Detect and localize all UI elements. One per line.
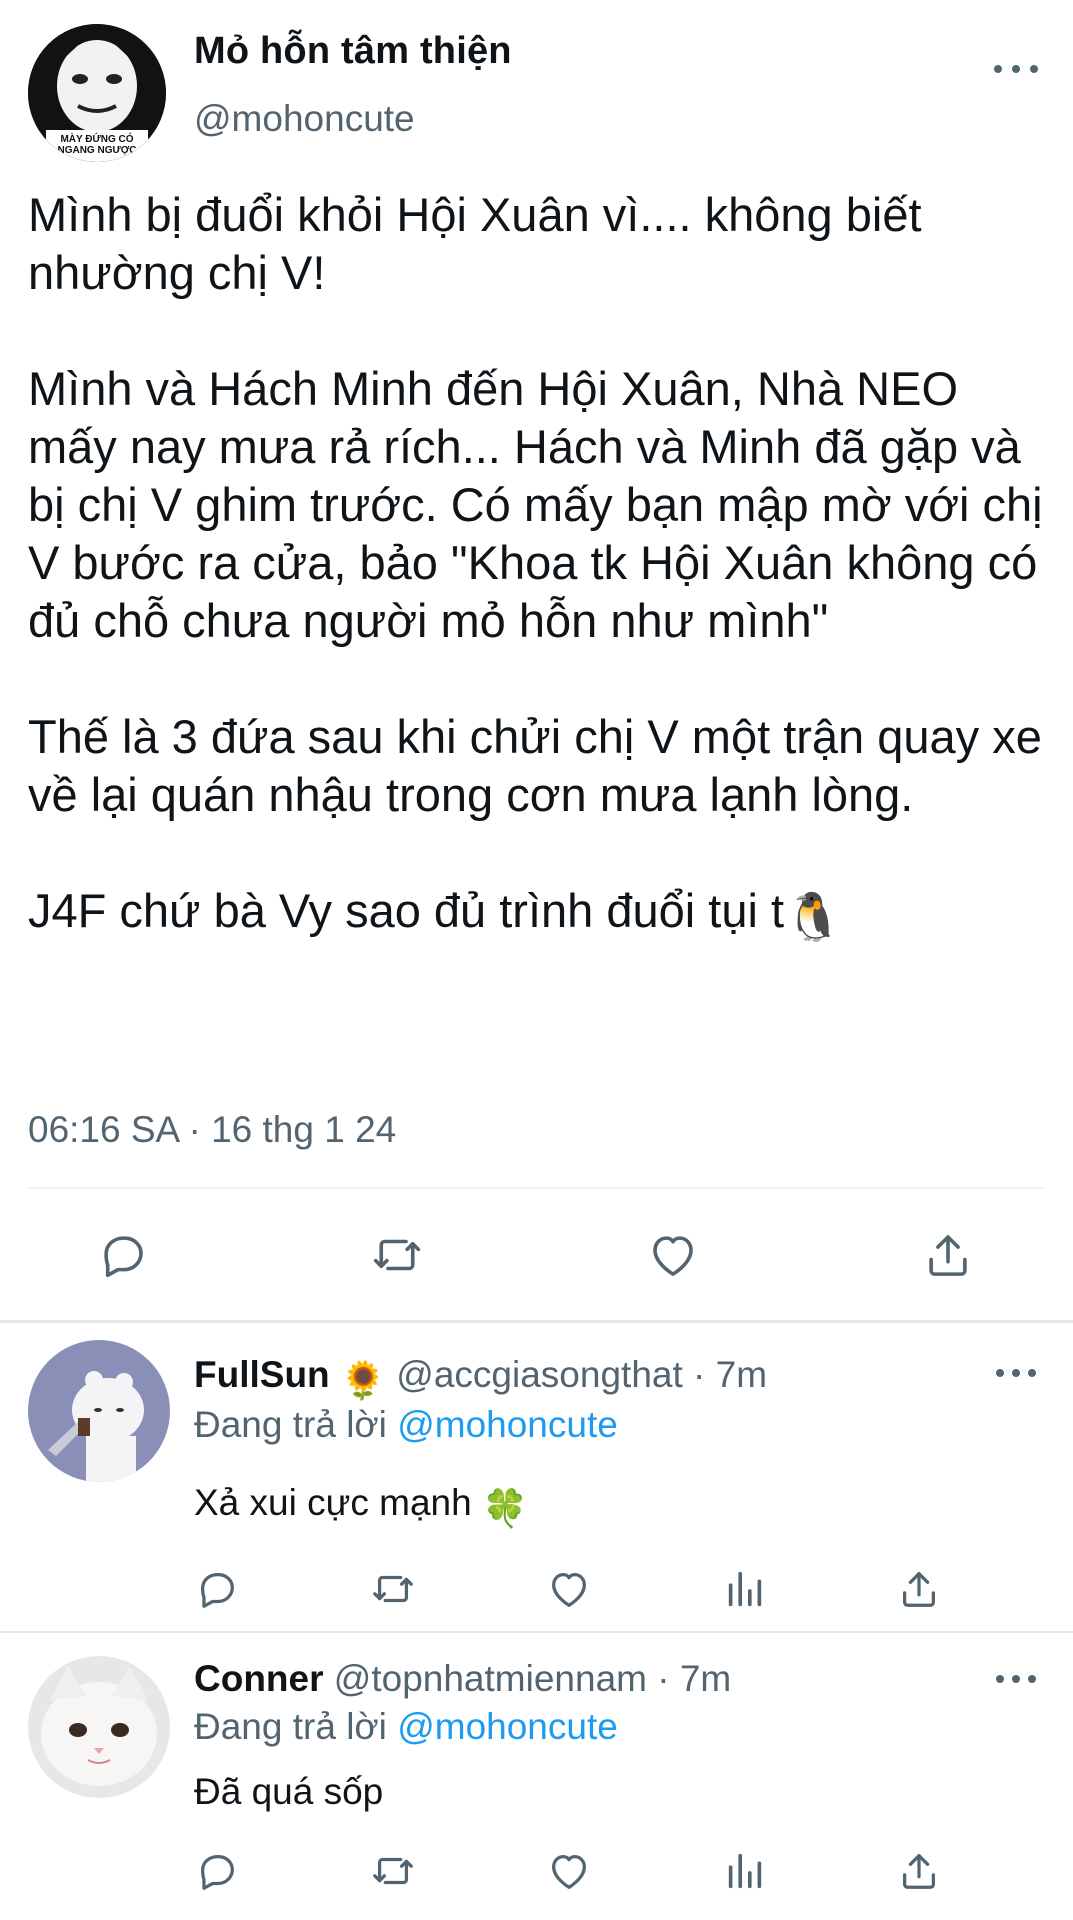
retweet-icon[interactable] (370, 1228, 424, 1282)
replying-to-mention[interactable]: @mohoncute (397, 1404, 618, 1445)
retweet-icon[interactable] (370, 1848, 416, 1894)
share-icon[interactable] (921, 1228, 975, 1282)
tweet-paragraph-4: J4F chứ bà Vy sao đủ trình đuổi tụi t🐧 (28, 882, 1058, 946)
more-icon-dot (1028, 1675, 1036, 1683)
more-icon (994, 65, 1002, 73)
reply-header: Conner @topnhatmiennam · 7m (194, 1658, 731, 1700)
more-options-button[interactable] (994, 54, 1038, 84)
heart-icon[interactable] (646, 1228, 700, 1282)
replying-to-label: Đang trả lời (194, 1404, 387, 1445)
reply-icon[interactable] (194, 1848, 240, 1894)
penguin-emoji: 🐧 (784, 890, 843, 943)
reply-text-content: Xả xui cực mạnh (194, 1482, 472, 1523)
author-name[interactable]: Mỏ hỗn tâm thiện (194, 30, 512, 73)
tweet-paragraph-2: Mình và Hách Minh đến Hội Xuân, Nhà NEO … (28, 362, 1043, 647)
main-tweet: MÀY ĐỨNG CÓ NGANG NGƯỢC Mỏ hỗn tâm thiện… (0, 0, 1073, 1320)
more-icon (996, 1675, 1004, 1683)
more-icon-dot (1012, 1675, 1020, 1683)
reply-more-button[interactable] (996, 1664, 1036, 1694)
more-icon-dot (1012, 65, 1020, 73)
views-icon[interactable] (722, 1566, 768, 1612)
views-icon[interactable] (722, 1848, 768, 1894)
share-icon[interactable] (896, 1566, 942, 1612)
reply-text: Đã quá sốp (194, 1771, 384, 1812)
reply-avatar[interactable] (28, 1656, 170, 1798)
replying-to-mention[interactable]: @mohoncute (397, 1706, 618, 1747)
reply-avatar[interactable] (28, 1340, 170, 1482)
reply-icon[interactable] (96, 1228, 150, 1282)
tweet-paragraph-3: Thế là 3 đứa sau khi chửi chị V một trận… (28, 710, 1042, 821)
reply-author-meta: @topnhatmiennam · 7m (333, 1658, 732, 1699)
replying-to-label: Đang trả lời (194, 1706, 387, 1747)
section-divider (0, 1320, 1073, 1323)
heart-icon[interactable] (546, 1566, 592, 1612)
share-icon[interactable] (896, 1848, 942, 1894)
more-icon-dot (1012, 1369, 1020, 1377)
reply-author-meta: @accgiasongthat · 7m (396, 1354, 768, 1395)
clover-emoji: 🍀 (482, 1488, 529, 1529)
replying-to: Đang trả lời @mohoncute (194, 1404, 618, 1446)
tweet-detail-page: MÀY ĐỨNG CÓ NGANG NGƯỢC Mỏ hỗn tâm thiện… (0, 0, 1073, 1920)
tweet-timestamp[interactable]: 06:16 SA · 16 thg 1 24 (28, 1109, 396, 1151)
reply-author-name[interactable]: FullSun (194, 1354, 330, 1395)
heart-icon[interactable] (546, 1848, 592, 1894)
author-handle[interactable]: @mohoncute (194, 98, 415, 140)
reply-icon[interactable] (194, 1566, 240, 1612)
avatar-caption: MÀY ĐỨNG CÓ NGANG NGƯỢC (57, 134, 137, 156)
divider (28, 1187, 1045, 1189)
replying-to: Đang trả lời @mohoncute (194, 1706, 618, 1748)
reply-header: FullSun 🌻 @accgiasongthat · 7m (194, 1354, 767, 1403)
tweet-paragraph-4-text: J4F chứ bà Vy sao đủ trình đuổi tụi t (28, 884, 785, 937)
more-icon (996, 1369, 1004, 1377)
reply-divider (0, 1631, 1073, 1633)
tweet-text: Mình bị đuổi khỏi Hội Xuân vì.... không … (28, 186, 1058, 946)
more-icon-dot (1030, 65, 1038, 73)
more-icon-dot (1028, 1369, 1036, 1377)
tweet-paragraph-1: Mình bị đuổi khỏi Hội Xuân vì.... không … (28, 188, 922, 299)
retweet-icon[interactable] (370, 1566, 416, 1612)
reply-text: Xả xui cực mạnh 🍀 (194, 1482, 528, 1531)
reply-author-name[interactable]: Conner (194, 1658, 324, 1699)
reply-more-button[interactable] (996, 1358, 1036, 1388)
author-avatar[interactable]: MÀY ĐỨNG CÓ NGANG NGƯỢC (28, 24, 166, 162)
sunflower-emoji: 🌻 (339, 1360, 387, 1401)
